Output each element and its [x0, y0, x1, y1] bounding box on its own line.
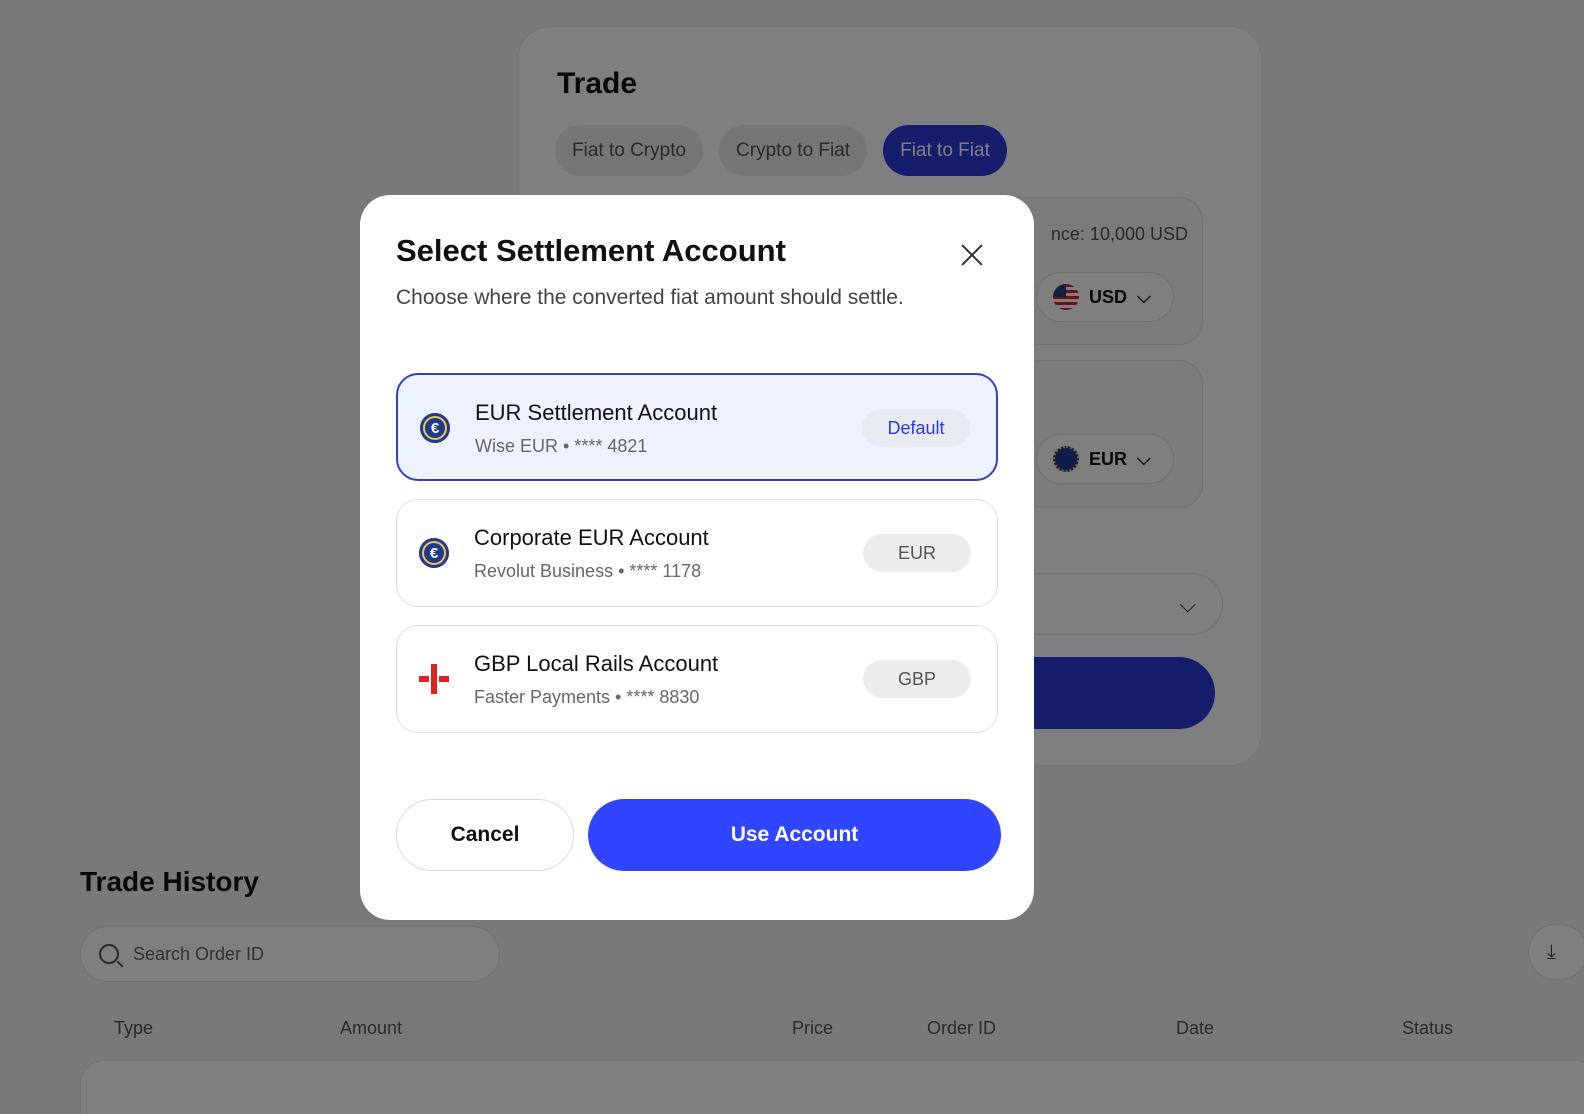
account-name: Corporate EUR Account	[474, 525, 709, 550]
account-name: EUR Settlement Account	[475, 400, 718, 425]
use-account-button[interactable]: Use Account	[588, 799, 1001, 871]
account-option-corporate-eur[interactable]: € Corporate EUR Account Revolut Business…	[396, 499, 998, 607]
currency-badge: GBP	[863, 660, 971, 698]
account-name: GBP Local Rails Account	[474, 651, 719, 676]
modal-subtitle: Choose where the converted fiat amount s…	[396, 286, 904, 309]
account-option-eur-settlement[interactable]: € EUR Settlement Account Wise EUR • ****…	[396, 373, 998, 481]
default-badge: Default	[862, 409, 970, 447]
close-icon[interactable]	[956, 239, 988, 271]
modal-title: Select Settlement Account	[396, 233, 786, 268]
account-detail: Revolut Business • **** 1178	[474, 561, 702, 581]
cancel-button[interactable]: Cancel	[396, 799, 574, 871]
currency-badge: EUR	[863, 534, 971, 572]
account-option-gbp-local-rails[interactable]: GBP Local Rails Account Faster Payments …	[396, 625, 998, 733]
eu-flag-icon: €	[420, 413, 450, 443]
settlement-account-modal: Select Settlement Account Choose where t…	[360, 195, 1034, 920]
account-detail: Faster Payments • **** 8830	[474, 687, 700, 707]
account-detail: Wise EUR • **** 4821	[475, 436, 648, 456]
eu-flag-icon: €	[419, 538, 449, 568]
